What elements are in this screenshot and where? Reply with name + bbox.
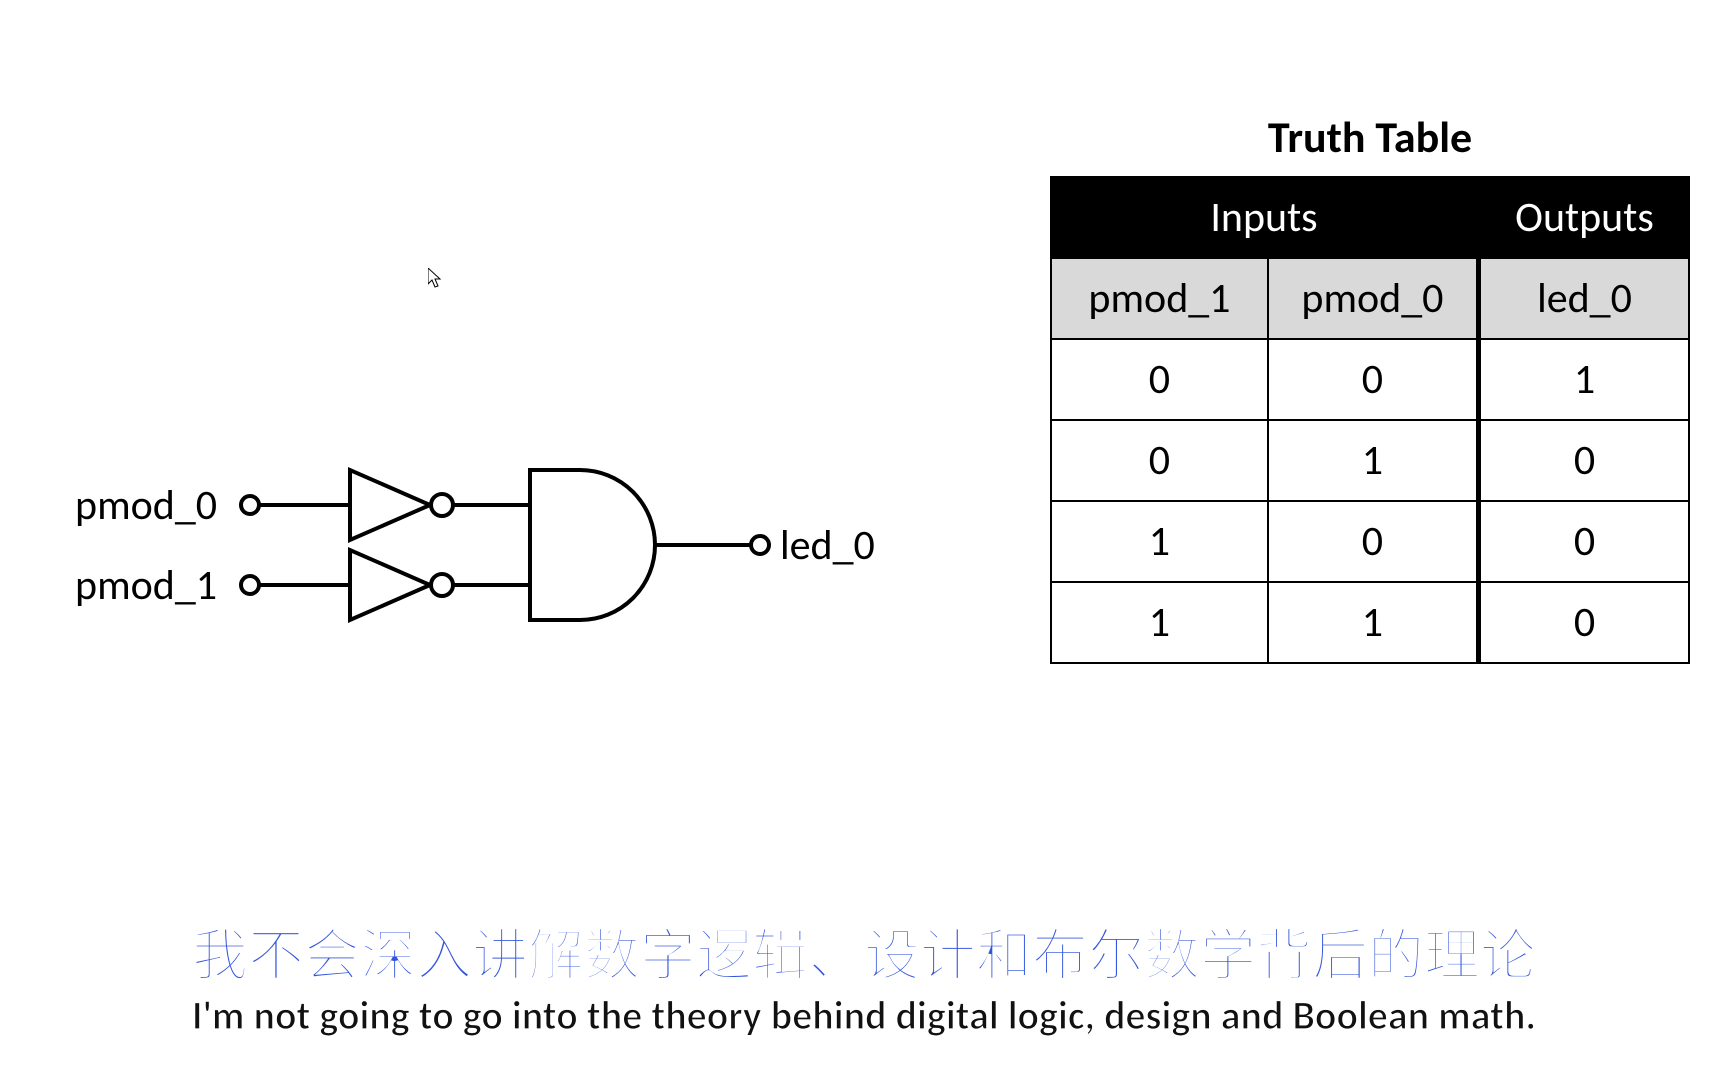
header-outputs-label: Outputs xyxy=(1478,177,1689,258)
logic-circuit-diagram: pmod_0 pmod_1 led_0 xyxy=(60,440,880,705)
cell: 0 xyxy=(1478,582,1689,663)
table-row: 0 1 0 xyxy=(1051,420,1689,501)
cell: 0 xyxy=(1478,420,1689,501)
subtitle-overlay: 我不会深入讲解数字逻辑、设计和布尔数学背后的理论 I'm not going t… xyxy=(0,928,1728,1040)
subtitle-zh: 我不会深入讲解数字逻辑、设计和布尔数学背后的理论 xyxy=(0,928,1728,987)
input-bottom-label: pmod_1 xyxy=(75,560,217,611)
cell: 0 xyxy=(1478,501,1689,582)
cell: 0 xyxy=(1051,420,1268,501)
cell: 0 xyxy=(1268,501,1479,582)
input-top-label: pmod_0 xyxy=(75,480,217,531)
cell: 1 xyxy=(1478,339,1689,420)
truth-table-title: Truth Table xyxy=(1050,110,1690,164)
col-header: led_0 xyxy=(1478,258,1689,339)
cell: 1 xyxy=(1268,420,1479,501)
cursor-icon xyxy=(428,268,442,288)
subtitle-en: I'm not going to go into the theory behi… xyxy=(0,991,1728,1040)
header-inputs-label: Inputs xyxy=(1051,177,1478,258)
cell: 0 xyxy=(1051,339,1268,420)
output-label: led_0 xyxy=(780,520,875,571)
cell: 1 xyxy=(1051,582,1268,663)
col-header: pmod_0 xyxy=(1268,258,1479,339)
truth-table: Truth Table Inputs Outputs pmod_1 pmod_0… xyxy=(1050,110,1690,664)
table-row: 1 1 0 xyxy=(1051,582,1689,663)
cell: 1 xyxy=(1051,501,1268,582)
col-header: pmod_1 xyxy=(1051,258,1268,339)
table-row: 1 0 0 xyxy=(1051,501,1689,582)
cell: 0 xyxy=(1268,339,1479,420)
cell: 1 xyxy=(1268,582,1479,663)
table-row: 0 0 1 xyxy=(1051,339,1689,420)
